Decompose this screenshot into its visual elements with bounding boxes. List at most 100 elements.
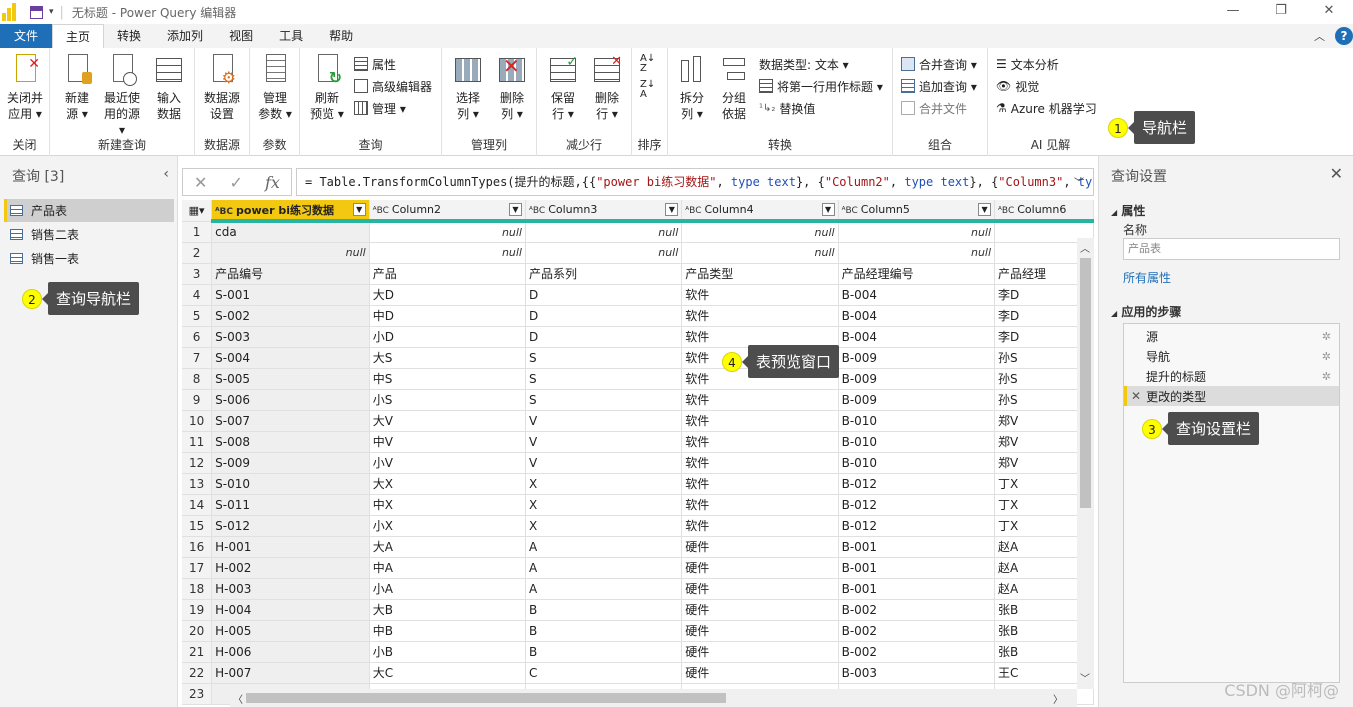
table-cell[interactable]: S-012 <box>211 515 370 537</box>
text-type-icon[interactable]: ᴬBC <box>685 206 701 216</box>
save-icon[interactable] <box>30 5 43 19</box>
table-cell[interactable]: 产品经理编号 <box>838 263 996 285</box>
table-cell[interactable]: 软件 <box>681 494 839 516</box>
table-cell[interactable]: D <box>525 326 683 348</box>
row-number[interactable]: 18 <box>182 578 213 600</box>
horizontal-scroll-thumb[interactable] <box>246 693 726 703</box>
row-number[interactable]: 22 <box>182 662 213 684</box>
table-cell[interactable]: S-008 <box>211 431 370 453</box>
column-header[interactable]: ᴬBC Column5 ▼ <box>838 200 996 223</box>
table-cell[interactable]: 产品 <box>369 263 527 285</box>
row-number[interactable]: 5 <box>182 305 213 327</box>
table-cell[interactable]: 大V <box>369 410 527 432</box>
table-cell[interactable]: X <box>525 515 683 537</box>
manage-query-button[interactable]: 管理 ▾ <box>354 98 406 118</box>
table-cell[interactable]: cda <box>211 221 370 243</box>
table-cell[interactable]: null <box>369 221 527 243</box>
new-source-button[interactable]: 新建 源 ▾ <box>55 54 99 122</box>
gear-icon[interactable]: ✲ <box>1322 350 1331 363</box>
step-navigation[interactable]: 导航 ✲ <box>1124 346 1339 366</box>
close-settings-icon[interactable]: ✕ <box>1330 164 1343 183</box>
table-cell[interactable]: B-001 <box>838 578 996 600</box>
collapse-queries-icon[interactable]: ‹ <box>163 166 169 182</box>
query-item-sales1[interactable]: 销售一表 <box>4 247 174 270</box>
table-cell[interactable]: 软件 <box>681 389 839 411</box>
table-cell[interactable]: 硬件 <box>681 620 839 642</box>
query-item-sales2[interactable]: 销售二表 <box>4 223 174 246</box>
table-cell[interactable]: null <box>838 221 996 243</box>
data-source-settings-button[interactable]: ⚙ 数据源 设置 <box>200 54 244 122</box>
table-cell[interactable]: H-007 <box>211 662 370 684</box>
table-cell[interactable]: B <box>525 641 683 663</box>
table-cell[interactable]: 软件 <box>681 284 839 306</box>
recent-sources-button[interactable]: 最近使 用的源 ▾ <box>100 54 144 138</box>
column-filter-icon[interactable]: ▼ <box>352 203 366 216</box>
properties-section[interactable]: ◢ 属性 <box>1111 202 1145 219</box>
table-cell[interactable]: A <box>525 557 683 579</box>
append-queries-button[interactable]: 追加查询 ▾ <box>901 76 977 96</box>
table-cell[interactable]: B-002 <box>838 620 996 642</box>
table-cell[interactable]: 软件 <box>681 431 839 453</box>
tab-add-column[interactable]: 添加列 <box>154 24 216 48</box>
row-number[interactable]: 4 <box>182 284 213 306</box>
query-item-product[interactable]: 产品表 <box>4 199 174 222</box>
cancel-formula-icon[interactable]: ✕ <box>194 173 207 192</box>
table-cell[interactable]: B-010 <box>838 452 996 474</box>
use-first-row-headers-button[interactable]: 将第一行用作标题 ▾ <box>759 76 883 96</box>
table-cell[interactable]: 软件 <box>681 515 839 537</box>
table-cell[interactable]: S-003 <box>211 326 370 348</box>
table-cell[interactable]: S <box>525 368 683 390</box>
table-cell[interactable]: null <box>681 221 839 243</box>
column-header[interactable]: ᴬBC power bi练习数据 ▼ <box>211 200 370 223</box>
table-cell[interactable]: 软件 <box>681 326 839 348</box>
minimize-icon[interactable]: — <box>1209 0 1257 24</box>
tab-help[interactable]: 帮助 <box>316 24 366 48</box>
step-source[interactable]: 源 ✲ <box>1124 326 1339 346</box>
row-number[interactable]: 19 <box>182 599 213 621</box>
table-cell[interactable]: V <box>525 431 683 453</box>
row-number[interactable]: 20 <box>182 620 213 642</box>
table-cell[interactable]: H-004 <box>211 599 370 621</box>
table-cell[interactable]: 中V <box>369 431 527 453</box>
table-cell[interactable]: H-005 <box>211 620 370 642</box>
table-cell[interactable]: 硬件 <box>681 557 839 579</box>
table-cell[interactable]: S-005 <box>211 368 370 390</box>
text-analytics-button[interactable]: ☰ 文本分析 <box>996 54 1059 74</box>
vertical-scroll-thumb[interactable] <box>1080 258 1091 508</box>
gear-icon[interactable]: ✲ <box>1322 370 1331 383</box>
row-number[interactable]: 23 <box>182 683 213 705</box>
table-cell[interactable]: B-003 <box>838 662 996 684</box>
table-cell[interactable]: A <box>525 536 683 558</box>
text-type-icon[interactable]: ᴬBC <box>529 206 545 216</box>
vertical-scrollbar[interactable]: ︿ ﹀ <box>1077 238 1094 689</box>
column-filter-icon[interactable]: ▼ <box>978 203 992 216</box>
tab-file[interactable]: 文件 <box>0 24 53 48</box>
table-cell[interactable]: B-001 <box>838 536 996 558</box>
table-cell[interactable]: B <box>525 620 683 642</box>
table-cell[interactable]: X <box>525 473 683 495</box>
table-cell[interactable]: 小D <box>369 326 527 348</box>
table-cell[interactable]: D <box>525 284 683 306</box>
sort-descending-button[interactable]: Z↓ A <box>640 80 655 100</box>
table-cell[interactable]: 中S <box>369 368 527 390</box>
row-number[interactable]: 14 <box>182 494 213 516</box>
table-cell[interactable]: B-012 <box>838 494 996 516</box>
data-type-dropdown[interactable]: 数据类型: 文本 ▾ <box>759 54 849 74</box>
table-cell[interactable]: S-006 <box>211 389 370 411</box>
row-number[interactable]: 7 <box>182 347 213 369</box>
table-cell[interactable]: H-001 <box>211 536 370 558</box>
row-number[interactable]: 1 <box>182 221 213 243</box>
table-cell[interactable]: 产品系列 <box>525 263 683 285</box>
fx-icon[interactable]: fx <box>265 173 280 192</box>
scroll-right-icon[interactable]: 〉 <box>1053 691 1063 706</box>
table-cell[interactable]: S-011 <box>211 494 370 516</box>
table-cell[interactable]: null <box>211 242 370 264</box>
row-number[interactable]: 11 <box>182 431 213 453</box>
expand-formula-icon[interactable]: ﹀ <box>1074 174 1084 189</box>
azure-ml-button[interactable]: ⚗ Azure 机器学习 <box>996 98 1097 118</box>
table-cell[interactable]: null <box>681 242 839 264</box>
table-cell[interactable]: B-004 <box>838 305 996 327</box>
table-cell[interactable]: 大B <box>369 599 527 621</box>
row-number[interactable]: 9 <box>182 389 213 411</box>
horizontal-scrollbar[interactable]: 〈 〉 <box>230 689 1077 707</box>
